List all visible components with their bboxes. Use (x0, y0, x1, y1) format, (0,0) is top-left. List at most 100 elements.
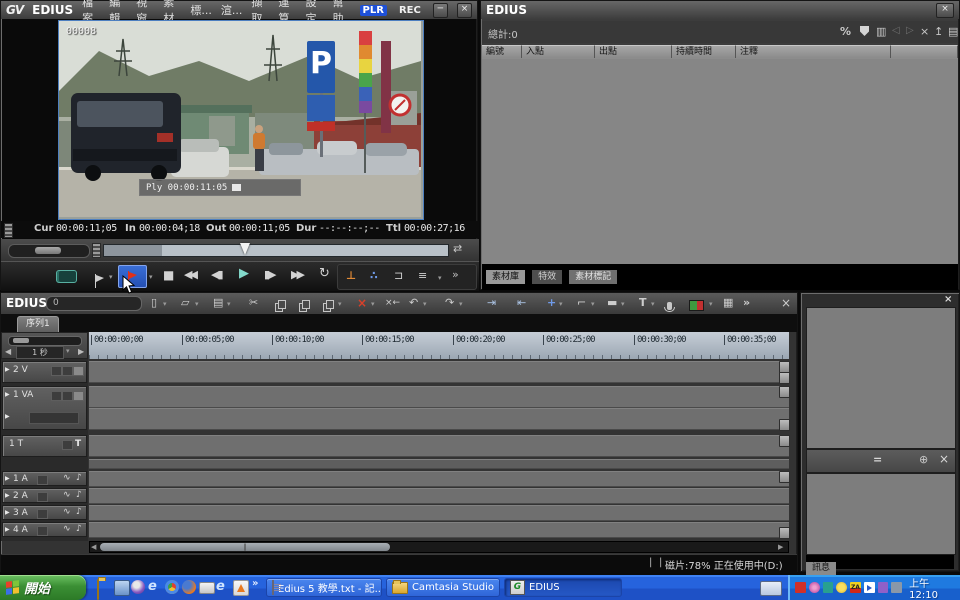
ie2-icon[interactable]: e (216, 579, 230, 593)
lock-icon[interactable] (51, 391, 62, 401)
track-header-1va[interactable]: ▶ 1 VA ▶ (2, 386, 87, 430)
redo-dropdown-icon[interactable]: ▾ (459, 294, 463, 314)
tab-marker-list[interactable]: 素材庫 (486, 270, 525, 284)
title-track-icon[interactable]: T (75, 439, 81, 449)
filter-icon[interactable] (860, 26, 869, 36)
lane-2a[interactable] (89, 488, 789, 504)
lock-icon[interactable] (62, 440, 73, 450)
in-timecode[interactable]: 00:00:04;18 (139, 223, 200, 234)
import-icon[interactable]: ↥ (934, 25, 943, 38)
task-camtasia[interactable]: Camtasia Studio (386, 578, 500, 597)
task-edius[interactable]: G EDIUS (504, 578, 622, 597)
mail-icon[interactable] (199, 582, 215, 594)
menu-render[interactable]: 渲... (221, 2, 243, 18)
title-tool-icon[interactable]: T (639, 293, 647, 313)
mode-dropdown-icon[interactable]: ▾ (621, 294, 625, 314)
next-page-icon[interactable]: ▷ (906, 25, 914, 36)
sub-expander-icon[interactable]: ▶ (5, 413, 10, 420)
new-dropdown-icon[interactable]: ▾ (163, 294, 167, 314)
waveform-icon[interactable]: ∿ (63, 524, 71, 534)
save-dropdown-icon[interactable]: ▾ (227, 294, 231, 314)
waveform-icon[interactable]: ∿ (63, 473, 71, 483)
undo-dropdown-icon[interactable]: ▾ (423, 294, 427, 314)
playhead-handle[interactable] (240, 243, 250, 255)
ripple-delete-icon[interactable]: ×← (385, 293, 400, 313)
lane-1t[interactable] (89, 435, 789, 457)
zoom-in-icon[interactable]: ▶ (78, 347, 84, 356)
loop-button[interactable]: ↻ (319, 265, 330, 283)
lock-icon[interactable] (51, 366, 62, 376)
title-dropdown-icon[interactable]: ▾ (651, 294, 655, 314)
trim-dropdown-icon[interactable]: ▾ (591, 294, 595, 314)
transition-dropdown-icon[interactable]: ▾ (559, 294, 563, 314)
cur-timecode[interactable]: 00:00:11;05 (56, 223, 117, 234)
column-in[interactable]: 入點 (522, 45, 595, 58)
out-timecode[interactable]: 00:00:11;05 (229, 223, 290, 234)
position-slider[interactable] (103, 244, 449, 257)
bin-clip-list[interactable] (482, 59, 958, 264)
play-button[interactable]: ▶ (239, 265, 249, 283)
palette-close-icon[interactable]: × (944, 294, 952, 305)
set-out-point-icon[interactable]: ⇤ (517, 293, 526, 313)
redo-icon[interactable]: ↷ (445, 293, 454, 313)
visibility-icon[interactable] (62, 366, 73, 376)
document-icon[interactable] (114, 580, 130, 596)
lane-scroll-button[interactable] (779, 527, 790, 539)
speaker-icon[interactable]: ♪ (76, 507, 82, 517)
speaker-icon[interactable]: ♪ (76, 473, 82, 483)
zoom-dropdown-icon[interactable]: ▾ (66, 347, 70, 355)
waveform-icon[interactable]: ∿ (63, 507, 71, 517)
drag-handle-icon[interactable]: = (873, 453, 882, 466)
insert-to-timeline-icon[interactable]: ⊥ (346, 267, 356, 285)
expander-icon[interactable]: ▶ (5, 366, 10, 373)
patch-icon[interactable] (73, 366, 84, 376)
track-lane-area[interactable] (89, 359, 789, 541)
lock-icon[interactable] (37, 509, 48, 519)
lane-1va-video[interactable] (89, 386, 789, 408)
set-in-point-icon[interactable]: ⇥ (487, 293, 496, 313)
timeline-zoom-slider[interactable] (8, 336, 82, 346)
start-button[interactable]: 開始 (0, 575, 86, 600)
palette-lower-pane[interactable] (806, 473, 956, 555)
tray-icon-teal[interactable] (823, 582, 834, 593)
sequence-tab[interactable]: 序列1 (17, 316, 59, 332)
clip-list-icon[interactable]: ≡ (418, 267, 427, 285)
tray-icon-yellow[interactable] (836, 582, 847, 593)
lane-scroll-button[interactable] (779, 372, 790, 384)
set-in-flag-icon[interactable] (96, 270, 104, 288)
expander-icon[interactable]: ▶ (5, 475, 10, 482)
rec-mode-button[interactable]: REC (396, 5, 424, 16)
tray-icon-magenta[interactable] (809, 582, 820, 593)
toolbar-more-icon[interactable]: » (743, 293, 750, 313)
stop-button[interactable]: ■ (163, 266, 174, 284)
lock-icon[interactable] (37, 475, 48, 485)
waveform-icon[interactable]: ∿ (63, 490, 71, 500)
expander-icon[interactable]: ▶ (5, 526, 10, 533)
tray-icon-gray[interactable] (891, 582, 902, 593)
timeline-close-icon[interactable]: × (781, 293, 791, 313)
tab-clip-marks[interactable]: 素材標記 (569, 270, 617, 284)
bin-close-button[interactable]: × (936, 3, 954, 18)
prev-page-icon[interactable]: ◁ (892, 25, 900, 36)
ie-icon[interactable]: e (148, 579, 162, 593)
tab-message[interactable]: 訊息 (806, 562, 836, 575)
rewind-button[interactable]: ◀◀ (184, 266, 195, 284)
paste-dropdown-icon[interactable]: ▾ (338, 294, 342, 314)
in-flag-dropdown-icon[interactable]: ▾ (109, 268, 113, 286)
export-list-icon[interactable]: ▤ (948, 25, 958, 38)
delete-dropdown-icon[interactable]: ▾ (371, 294, 375, 314)
speaker-icon[interactable]: ♪ (76, 524, 82, 534)
media-player-icon[interactable] (131, 580, 145, 594)
overwrite-to-timeline-icon[interactable]: ∴ (370, 267, 378, 285)
patch-icon[interactable] (73, 391, 84, 401)
set-out-flag-button[interactable] (118, 265, 147, 288)
plr-mode-button[interactable]: PLR (360, 5, 387, 16)
add-to-bin-icon[interactable]: ⊐ (394, 267, 403, 285)
fast-forward-button[interactable]: ▶▶ (291, 266, 302, 284)
firefox-icon[interactable] (182, 580, 196, 594)
out-flag-dropdown-icon[interactable]: ▾ (149, 268, 153, 286)
view-ratio-icon[interactable]: % (840, 25, 851, 38)
tray-icon-purple[interactable] (878, 582, 889, 593)
zonealarm-icon[interactable]: ZA (850, 582, 861, 593)
menu-marker[interactable]: 標... (190, 2, 212, 18)
